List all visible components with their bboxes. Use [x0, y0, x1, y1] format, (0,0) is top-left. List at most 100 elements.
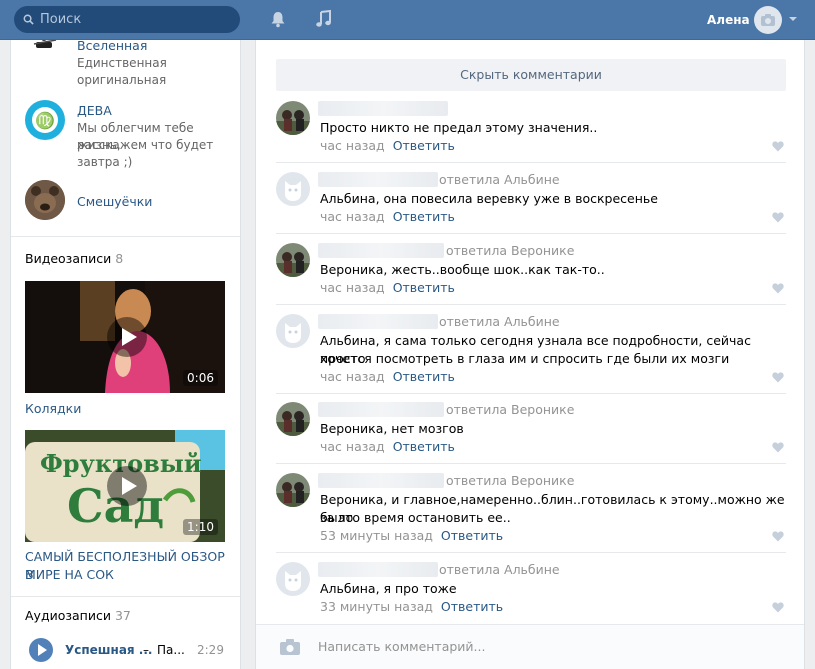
video-thumbnail[interactable]: Фруктовый Сад 1:10 — [25, 430, 225, 542]
group-item[interactable]: Вселенная Единственная оригинальная — [25, 40, 235, 87]
reply-button[interactable]: Ответить — [393, 369, 455, 384]
divider — [11, 596, 240, 597]
audio-item[interactable]: Успешная ... – Па... 2:29 — [25, 638, 235, 664]
heart-icon[interactable] — [772, 602, 784, 613]
comment-input-placeholder[interactable]: Написать комментарий... — [318, 639, 485, 654]
comment-author[interactable] — [318, 172, 438, 187]
heart-icon[interactable] — [772, 531, 784, 542]
commenter-avatar[interactable] — [276, 314, 310, 348]
comment-replied-to[interactable]: ответила Веронике — [446, 473, 574, 488]
video-thumbnail[interactable]: 0:06 — [25, 281, 225, 393]
group-desc: оригинальная — [77, 73, 167, 87]
left-column: Вселенная Единственная оригинальная ♍ ДЕ… — [10, 40, 241, 669]
comment-author[interactable] — [318, 473, 444, 488]
music-icon[interactable] — [314, 9, 334, 29]
heart-icon[interactable] — [772, 442, 784, 453]
comment-author[interactable] — [318, 562, 438, 577]
camera-icon[interactable] — [280, 639, 300, 655]
videos-section-title[interactable]: Видеозаписи 8 — [25, 251, 123, 266]
comment-time[interactable]: 33 минуты назад — [320, 599, 433, 614]
divider — [276, 552, 786, 553]
group-name[interactable]: Смешуёчки — [77, 194, 152, 209]
video-title[interactable]: МИРЕ НА СОК — [25, 566, 230, 584]
group-desc: Единственная — [77, 56, 167, 70]
bell-icon[interactable] — [268, 9, 288, 29]
comment-text: Вероника, жесть..вообще шок..как так-то.… — [320, 262, 605, 277]
commenter-avatar[interactable] — [276, 101, 310, 135]
commenter-avatar[interactable] — [276, 172, 310, 206]
svg-text:♍: ♍ — [35, 111, 55, 130]
comment-text: Альбина, я про тоже — [320, 581, 457, 596]
comment-time[interactable]: час назад — [320, 280, 385, 295]
reply-button[interactable]: Ответить — [393, 209, 455, 224]
audios-count: 37 — [114, 608, 131, 623]
comment-item: ответила Веронике Вероника, жесть..вообщ… — [276, 243, 786, 301]
comment-time[interactable]: час назад — [320, 209, 385, 224]
play-icon[interactable] — [107, 466, 147, 506]
divider — [276, 393, 786, 394]
divider — [276, 233, 786, 234]
video-title[interactable]: Колядки — [25, 400, 230, 418]
group-name[interactable]: Вселенная — [77, 40, 147, 53]
comment-meta: час назад Ответить — [320, 439, 455, 454]
comment-meta: час назад Ответить — [320, 209, 455, 224]
comment-composer[interactable]: Написать комментарий... — [256, 624, 804, 669]
audios-section-title[interactable]: Аудиозаписи 37 — [25, 608, 131, 623]
search-input[interactable]: Поиск — [14, 6, 240, 33]
heart-icon[interactable] — [772, 372, 784, 383]
comment-meta: час назад Ответить — [320, 138, 455, 153]
reply-button[interactable]: Ответить — [393, 138, 455, 153]
divider — [276, 162, 786, 163]
comment-text: хочется посмотреть в глаза им и спросить… — [320, 351, 730, 366]
heart-icon[interactable] — [772, 212, 784, 223]
user-avatar[interactable] — [754, 6, 782, 34]
comment-author[interactable] — [318, 314, 438, 329]
heart-icon[interactable] — [772, 283, 784, 294]
top-header: Поиск Алена — [0, 0, 815, 40]
reply-button[interactable]: Ответить — [393, 280, 455, 295]
commenter-avatar[interactable] — [276, 562, 310, 596]
comment-replied-to[interactable]: ответила Веронике — [446, 402, 574, 417]
comment-item: ответила Альбине Альбина, я про тоже 33 … — [276, 562, 786, 620]
commenter-avatar[interactable] — [276, 402, 310, 436]
audio-artist[interactable]: Успешная ... — [65, 643, 153, 657]
commenter-avatar[interactable] — [276, 243, 310, 277]
audio-title[interactable]: Па... — [157, 643, 185, 657]
comment-item: Просто никто не предал этому значения.. … — [276, 101, 786, 159]
reply-button[interactable]: Ответить — [441, 599, 503, 614]
group-item[interactable]: ♍ ДЕВА Мы облегчим тебе жизнь, расскажем… — [25, 100, 235, 172]
heart-icon[interactable] — [772, 141, 784, 152]
user-name[interactable]: Алена — [707, 13, 750, 27]
group-avatar — [25, 180, 65, 220]
audio-duration: 2:29 — [197, 643, 224, 657]
commenter-avatar[interactable] — [276, 473, 310, 507]
chevron-down-icon[interactable] — [789, 16, 797, 22]
play-icon[interactable] — [29, 638, 53, 662]
comment-text: Вероника, нет мозгов — [320, 421, 464, 436]
comment-replied-to[interactable]: ответила Веронике — [446, 243, 574, 258]
comment-meta: час назад Ответить — [320, 280, 455, 295]
play-icon[interactable] — [107, 317, 147, 357]
comment-time[interactable]: час назад — [320, 369, 385, 384]
comment-author[interactable] — [318, 243, 444, 258]
comment-replied-to[interactable]: ответила Альбине — [439, 172, 560, 187]
comment-replied-to[interactable]: ответила Альбине — [439, 314, 560, 329]
comment-author[interactable] — [318, 101, 448, 116]
video-duration: 0:06 — [183, 370, 218, 386]
comment-time[interactable]: час назад — [320, 439, 385, 454]
videos-count: 8 — [115, 251, 124, 266]
comment-time[interactable]: 53 минуты назад — [320, 528, 433, 543]
reply-button[interactable]: Ответить — [441, 528, 503, 543]
comment-item: ответила Веронике Вероника, нет мозгов ч… — [276, 402, 786, 460]
video-duration: 1:10 — [183, 519, 218, 535]
comment-author[interactable] — [318, 402, 444, 417]
comment-item: ответила Альбине Альбина, она повесила в… — [276, 172, 786, 230]
reply-button[interactable]: Ответить — [393, 439, 455, 454]
comment-time[interactable]: час назад — [320, 138, 385, 153]
comment-text: за это время остановить ее.. — [320, 510, 511, 525]
group-item[interactable]: Смешуёчки — [25, 180, 235, 222]
group-name[interactable]: ДЕВА — [77, 103, 112, 118]
hide-comments-button[interactable]: Скрыть комментарии — [276, 59, 786, 91]
comment-replied-to[interactable]: ответила Альбине — [439, 562, 560, 577]
comments-panel: Скрыть комментарии Просто никто не преда… — [255, 40, 805, 669]
